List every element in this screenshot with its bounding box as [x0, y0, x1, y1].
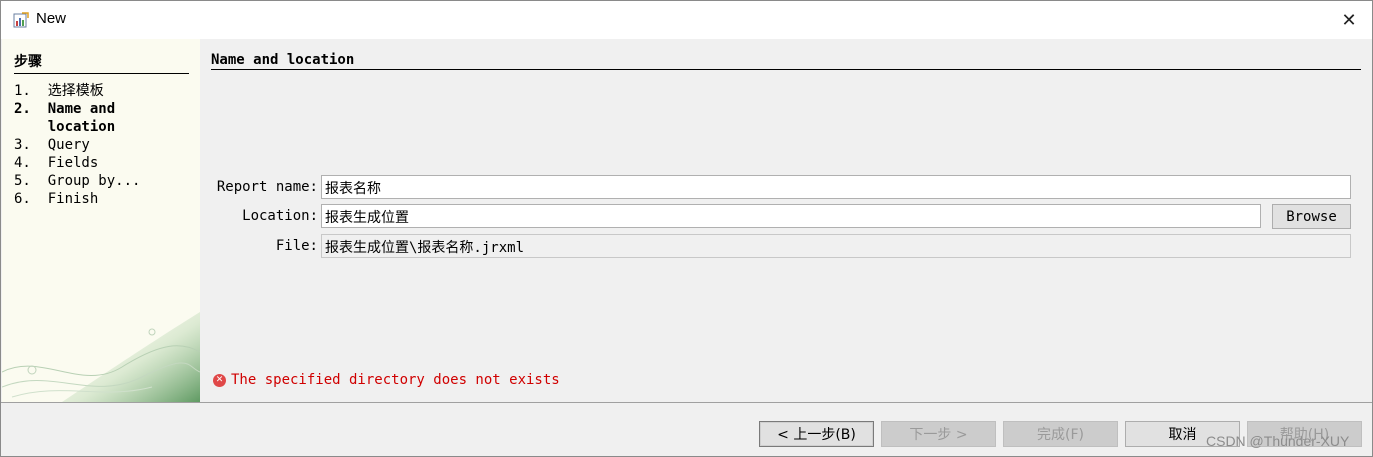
- browse-button[interactable]: Browse: [1272, 204, 1351, 229]
- report-name-input[interactable]: 报表名称: [321, 175, 1351, 199]
- steps-heading: 步骤: [14, 51, 189, 74]
- title-bar: New ✕: [1, 1, 1372, 39]
- error-x-circle-icon: ✕: [213, 373, 226, 387]
- finish-button[interactable]: 完成(F): [1003, 421, 1118, 447]
- error-message-row: ✕ The specified directory does not exist…: [213, 372, 560, 388]
- file-label: File:: [275, 238, 318, 254]
- app-icon: [13, 12, 29, 28]
- next-button[interactable]: 下一步 >: [881, 421, 996, 447]
- steps-panel: 步骤 1. 选择模板 2. Name and location 3. Query…: [2, 39, 200, 402]
- steps-list: 1. 选择模板 2. Name and location 3. Query 4.…: [14, 82, 140, 208]
- file-path-field: 报表生成位置\报表名称.jrxml: [321, 234, 1351, 258]
- watermark-text: CSDN @Thunder-XUY: [1206, 433, 1350, 449]
- back-button[interactable]: < 上一步(B): [759, 421, 874, 447]
- section-title: Name and location: [211, 52, 1361, 70]
- footer-bar: < 上一步(B) 下一步 > 完成(F) 取消 帮助(H) CSDN @Thun…: [1, 402, 1372, 456]
- close-icon: ✕: [1341, 9, 1357, 31]
- step-item-fields: 4. Fields: [14, 155, 99, 171]
- location-input[interactable]: 报表生成位置: [321, 204, 1261, 228]
- decorative-swirl: [2, 312, 200, 402]
- step-item-name-location: 2. Name and location: [14, 101, 116, 135]
- step-item-group-by: 5. Group by...: [14, 173, 141, 189]
- location-label: Location:: [242, 208, 318, 224]
- step-item-template: 1. 选择模板: [14, 83, 104, 99]
- step-item-finish: 6. Finish: [14, 191, 99, 207]
- new-report-dialog: New ✕ 步骤 1. 选择模板 2. Name and location 3.…: [0, 0, 1373, 457]
- error-message: The specified directory does not exists: [231, 372, 560, 388]
- report-name-label: Report name:: [216, 179, 318, 195]
- close-button[interactable]: ✕: [1326, 1, 1372, 39]
- window-title: New: [36, 10, 67, 27]
- content-panel: Name and location Report name: 报表名称 Loca…: [200, 39, 1372, 402]
- step-item-query: 3. Query: [14, 137, 90, 153]
